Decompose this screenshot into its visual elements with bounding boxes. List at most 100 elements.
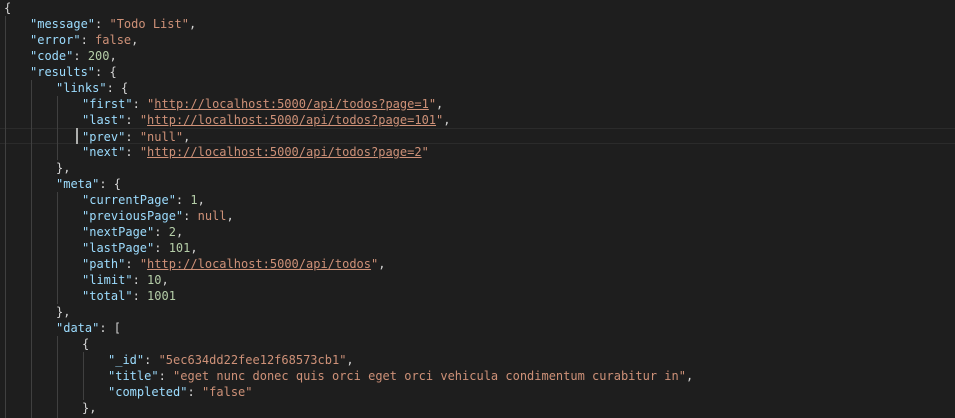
code-token: : (144, 353, 159, 367)
line-content: "meta": { (56, 176, 121, 192)
code-token: : { (106, 81, 129, 95)
code-token: "last" (82, 113, 126, 127)
line-content: }, (56, 304, 70, 320)
line-content: "results": { (30, 64, 117, 80)
code-token: : (125, 257, 140, 271)
code-line-current[interactable]: "prev": "null", (0, 128, 955, 144)
code-line[interactable]: "first": "http://localhost:5000/api/todo… (0, 96, 955, 112)
code-line[interactable]: "previousPage": null, (0, 208, 955, 224)
code-token: 200 (87, 49, 110, 63)
code-token: "_id" (108, 353, 145, 367)
code-token: : (183, 209, 198, 223)
code-token: "message" (30, 17, 96, 31)
line-content: "title": "eget nunc donec quis orci eget… (108, 368, 693, 384)
code-token: "lastPage" (82, 241, 155, 255)
text-cursor (76, 128, 78, 144)
code-token: "meta" (56, 177, 100, 191)
code-token: "prev" (82, 130, 126, 144)
code-token: : (154, 225, 169, 239)
code-token: "eget nunc donec quis orci eget orci veh… (173, 369, 686, 383)
code-line[interactable]: "results": { (0, 64, 955, 80)
line-content: "limit": 10, (82, 272, 169, 288)
code-token: : (125, 145, 140, 159)
code-token: "5ec634dd22fee12f68573cb1" (158, 353, 347, 367)
code-line[interactable]: { (0, 0, 955, 16)
code-line[interactable]: }, (0, 400, 955, 416)
indent-guide (83, 352, 84, 400)
code-line[interactable]: }, (0, 160, 955, 176)
code-token: "Todo List" (109, 17, 189, 31)
code-token: , (226, 209, 234, 223)
line-content: "next": "http://localhost:5000/api/todos… (82, 144, 429, 160)
code-token: false (95, 33, 132, 47)
code-token: "data" (56, 321, 100, 335)
code-token: : (95, 17, 110, 31)
code-token: "total" (82, 289, 133, 303)
code-token: 101 (168, 241, 191, 255)
code-token: : [ (99, 321, 122, 335)
code-token: "currentPage" (82, 193, 176, 207)
code-line[interactable]: }, (0, 304, 955, 320)
code-token: , (378, 257, 386, 271)
line-content: "_id": "5ec634dd22fee12f68573cb1", (108, 352, 354, 368)
code-token: " (421, 145, 429, 159)
code-token: , (131, 33, 139, 47)
code-token: : { (99, 177, 122, 191)
code-token: http://localhost:5000/api/todos?page=101 (147, 113, 437, 127)
code-token: , (183, 130, 191, 144)
code-line[interactable]: { (0, 336, 955, 352)
line-content: "total": 1001 (82, 288, 176, 304)
code-line[interactable]: "next": "http://localhost:5000/api/todos… (0, 144, 955, 160)
code-line[interactable]: "_id": "5ec634dd22fee12f68573cb1", (0, 352, 955, 368)
code-token: "error" (30, 33, 81, 47)
code-token: " (139, 145, 148, 159)
code-token: : (175, 193, 191, 207)
code-token: 1001 (147, 289, 176, 303)
code-token: , (436, 97, 444, 111)
code-token: "null" (139, 130, 184, 144)
code-line[interactable]: "last": "http://localhost:5000/api/todos… (0, 112, 955, 128)
code-line[interactable]: "path": "http://localhost:5000/api/todos… (0, 256, 955, 272)
code-line[interactable]: "meta": { (0, 176, 955, 192)
code-token: "limit" (82, 273, 133, 287)
code-line[interactable]: "title": "eget nunc donec quis orci eget… (0, 368, 955, 384)
code-editor[interactable]: {"message": "Todo List", "error": false, "… (0, 0, 955, 418)
code-token: : (132, 289, 148, 303)
code-line[interactable]: "message": "Todo List", (0, 16, 955, 32)
code-token: "false" (201, 385, 253, 399)
code-line[interactable]: "error": false, (0, 32, 955, 48)
line-content: "data": [ (56, 320, 121, 336)
code-token: " (139, 257, 148, 271)
code-token: "next" (82, 145, 126, 159)
code-token: , (443, 113, 451, 127)
code-token: , (197, 193, 205, 207)
line-content: "message": "Todo List", (30, 16, 196, 32)
line-content: { (4, 0, 11, 16)
code-token: }, (56, 305, 71, 319)
code-line[interactable]: "code": 200, (0, 48, 955, 64)
code-line[interactable]: "limit": 10, (0, 272, 955, 288)
code-token: : (132, 97, 148, 111)
code-line[interactable]: "data": [ (0, 320, 955, 336)
code-line[interactable]: "total": 1001 (0, 288, 955, 304)
code-token: : (158, 369, 174, 383)
code-token: " (428, 97, 437, 111)
code-token: "title" (108, 369, 159, 383)
indent-guide (57, 96, 58, 160)
code-token: "nextPage" (82, 225, 155, 239)
code-token: : (125, 130, 140, 144)
code-token: "completed" (108, 385, 188, 399)
line-content: "error": false, (30, 32, 138, 48)
code-line[interactable]: "lastPage": 101, (0, 240, 955, 256)
code-token: , (109, 49, 117, 63)
code-token: "links" (56, 81, 107, 95)
code-token: , (190, 241, 198, 255)
code-line[interactable]: "currentPage": 1, (0, 192, 955, 208)
code-line[interactable]: "nextPage": 2, (0, 224, 955, 240)
code-token: }, (56, 161, 71, 175)
code-line[interactable]: "links": { (0, 80, 955, 96)
code-line[interactable]: "completed": "false" (0, 384, 955, 400)
code-token: : (187, 385, 202, 399)
code-token: : (80, 33, 96, 47)
line-content: "code": 200, (30, 48, 117, 64)
